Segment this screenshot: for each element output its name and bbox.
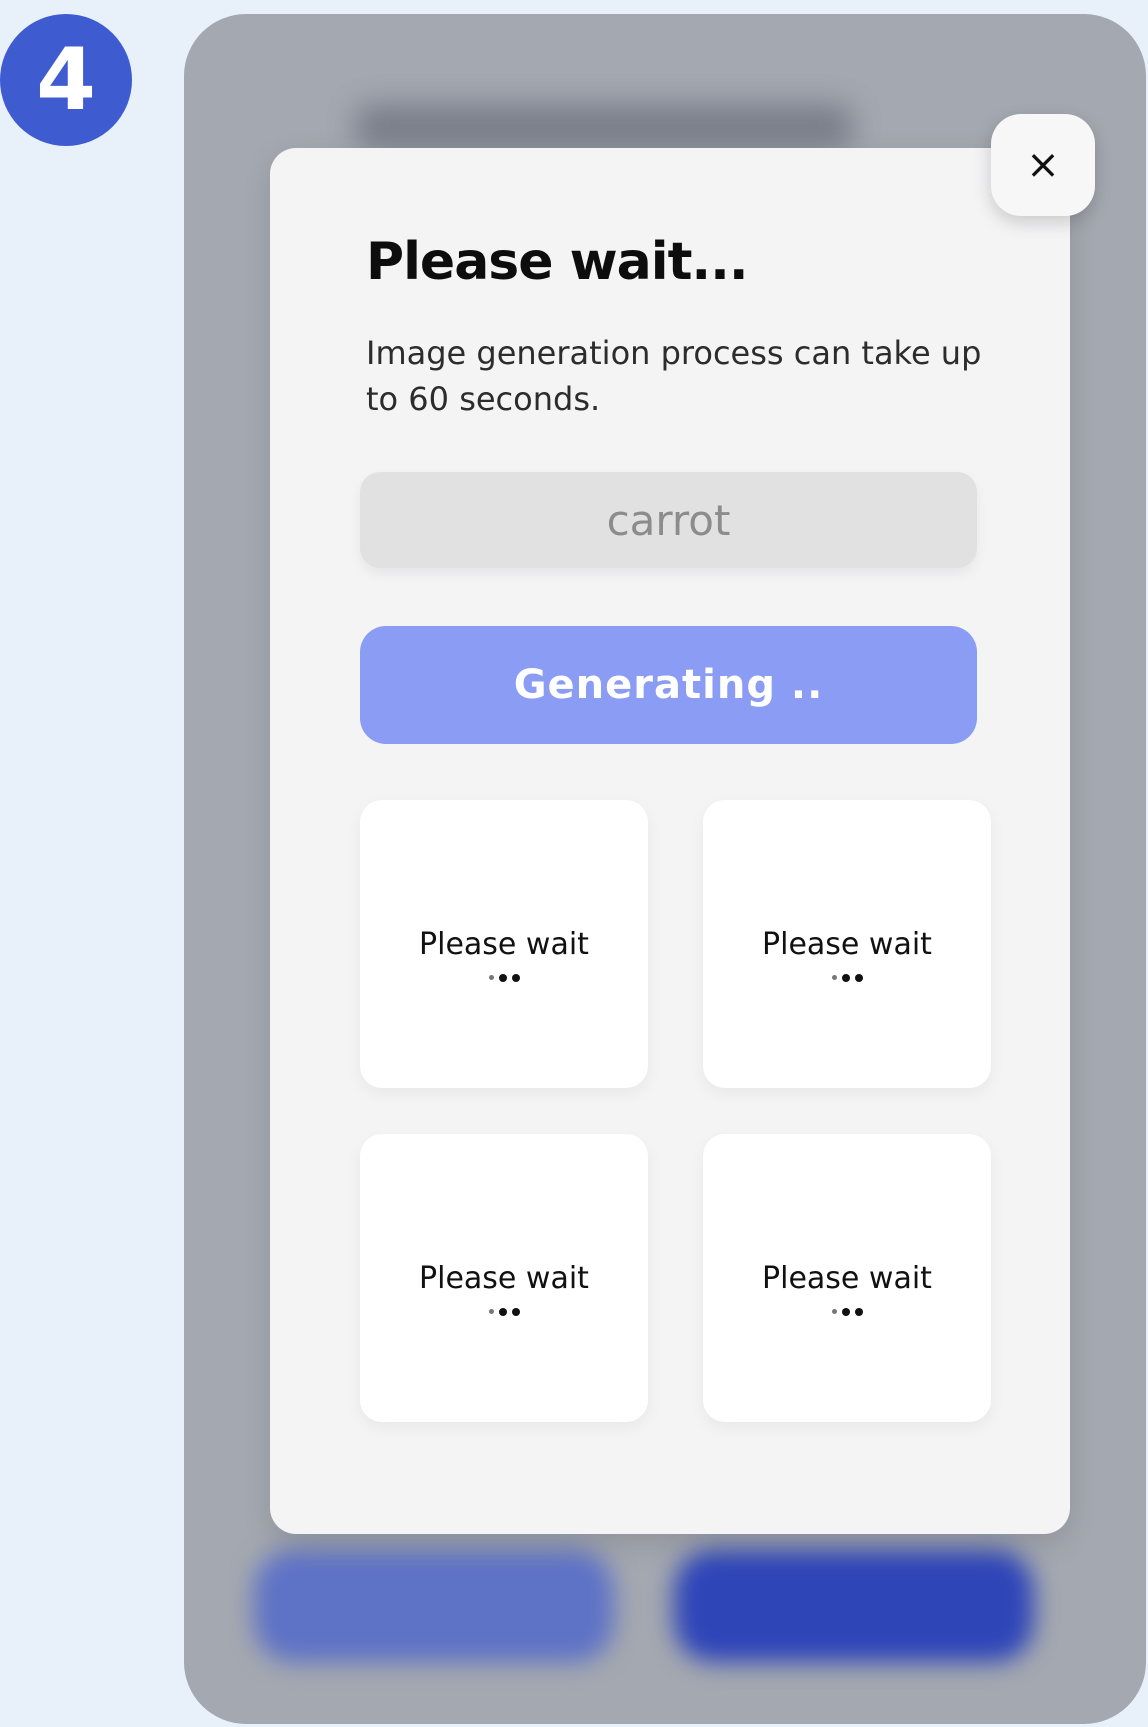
loading-dots-icon (488, 973, 520, 982)
loading-dots-icon (488, 1307, 520, 1316)
blurred-background-button-left (254, 1550, 614, 1662)
placeholder-label: Please wait (762, 926, 932, 962)
loading-dots-icon (831, 973, 863, 982)
blurred-background-title (354, 104, 854, 150)
close-icon: × (1026, 142, 1060, 188)
loading-dots-icon (831, 1307, 863, 1316)
dialog-description: Image generation process can take up to … (366, 334, 982, 418)
placeholder-label: Please wait (762, 1260, 932, 1296)
placeholder-label: Please wait (419, 1260, 589, 1296)
placeholder-label: Please wait (419, 926, 589, 962)
image-placeholder-tile: Please wait (703, 800, 991, 1088)
image-placeholder-tile: Please wait (360, 800, 648, 1088)
close-button[interactable]: × (991, 114, 1095, 216)
image-placeholder-tile: Please wait (360, 1134, 648, 1422)
prompt-input[interactable] (360, 472, 977, 568)
dialog-title: Please wait... (366, 232, 749, 292)
blurred-background-button-right (674, 1550, 1034, 1662)
image-placeholder-tile: Please wait (703, 1134, 991, 1422)
generate-button[interactable]: Generating .. (360, 626, 977, 744)
step-number-badge: 4 (0, 14, 132, 146)
